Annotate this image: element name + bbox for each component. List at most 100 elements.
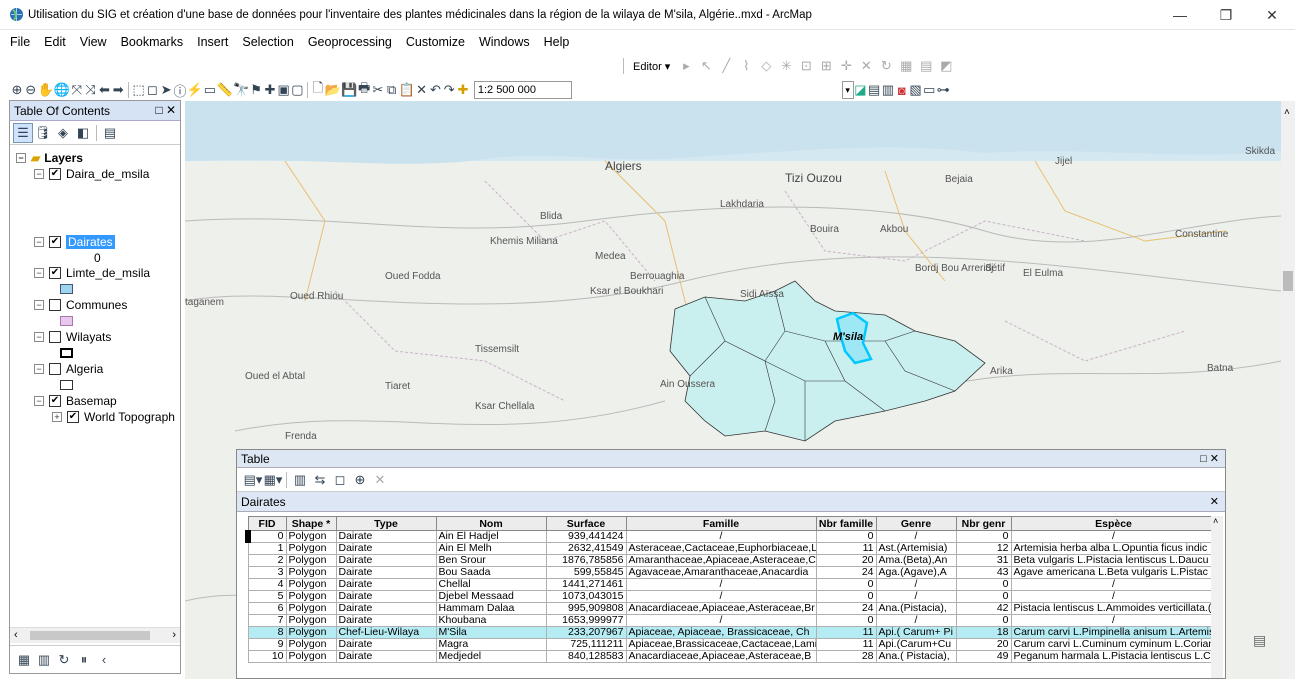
- table-cell[interactable]: Hammam Dalaa: [435, 602, 547, 615]
- sketch-properties-icon[interactable]: ↻: [876, 56, 896, 76]
- table-cell[interactable]: 28: [815, 650, 877, 663]
- add-data-icon[interactable]: ✚: [456, 80, 470, 100]
- table-cell[interactable]: Dairate: [335, 542, 437, 555]
- time-slider-icon[interactable]: ▣: [277, 80, 291, 100]
- editor-toolbar-icon[interactable]: ◪: [854, 80, 868, 100]
- layer-visibility-checkbox[interactable]: [49, 363, 61, 375]
- zoom-in-icon[interactable]: ⊕: [10, 80, 24, 100]
- column-header[interactable]: Espèce: [1010, 516, 1217, 531]
- redo-icon[interactable]: ↷: [442, 80, 456, 100]
- table-cell[interactable]: /: [1010, 578, 1217, 591]
- table-tab-dairates[interactable]: Dairates ✕: [237, 492, 1225, 512]
- save-icon[interactable]: 💾: [341, 80, 357, 100]
- delete-selected-icon[interactable]: ✕: [370, 470, 390, 490]
- table-cell[interactable]: /: [875, 578, 957, 591]
- map-scale-input[interactable]: 1:2 500 000: [473, 81, 572, 99]
- create-viewer-icon[interactable]: ▢: [291, 80, 305, 100]
- table-cell[interactable]: Ama.(Beta),An: [875, 554, 957, 567]
- table-cell[interactable]: 1441,271461: [545, 578, 627, 591]
- table-cell[interactable]: 0: [955, 578, 1012, 591]
- table-cell[interactable]: Polygon: [285, 566, 337, 579]
- table-cell[interactable]: 995,909808: [545, 602, 627, 615]
- table-cell[interactable]: 5: [247, 590, 287, 603]
- table-cell[interactable]: 0: [815, 590, 877, 603]
- table-cell[interactable]: Dairate: [335, 566, 437, 579]
- trace-icon[interactable]: ⌇: [736, 56, 756, 76]
- menu-view[interactable]: View: [80, 35, 107, 49]
- table-row[interactable]: 4 Polygon Dairate Chellal 1441,271461/0/0/: [247, 578, 1217, 591]
- table-cell[interactable]: 4: [247, 578, 287, 591]
- table-cell[interactable]: 2: [247, 554, 287, 567]
- table-cell[interactable]: Dairate: [335, 530, 437, 543]
- table-cell[interactable]: /: [875, 614, 957, 627]
- straight-segment-icon[interactable]: ╱: [716, 56, 736, 76]
- layout-view-icon[interactable]: ▥: [34, 650, 54, 670]
- table-cell[interactable]: Polygon: [285, 590, 337, 603]
- collapse-icon[interactable]: −: [34, 268, 44, 278]
- undo-icon[interactable]: ↶: [429, 80, 443, 100]
- list-by-source-icon[interactable]: 🛢: [33, 123, 53, 143]
- search-window-icon[interactable]: ◙: [895, 80, 909, 100]
- layer-visibility-checkbox[interactable]: ✔: [49, 267, 61, 279]
- column-header[interactable]: Type: [335, 516, 437, 531]
- table-row[interactable]: 0 Polygon Dairate Ain El Hadjel 939,441424/0…: [245, 530, 1217, 543]
- switch-selection-icon[interactable]: ⇆: [310, 470, 330, 490]
- table-cell[interactable]: Artemisia herba alba L.Opuntia ficus ind…: [1010, 542, 1217, 555]
- table-cell[interactable]: Amaranthaceae,Apiaceae,Asteraceae,C: [625, 554, 817, 567]
- table-cell[interactable]: Ana.(Pistacia),: [875, 602, 957, 615]
- list-by-visibility-icon[interactable]: ◈: [53, 123, 73, 143]
- menu-file[interactable]: File: [10, 35, 30, 49]
- related-tables-icon[interactable]: ▦▾: [263, 470, 283, 490]
- catalog-icon[interactable]: ▥: [881, 80, 895, 100]
- table-cell[interactable]: Apiaceae,Brassicaceae,Cactaceae,Lami: [625, 638, 817, 651]
- table-cell[interactable]: 18: [955, 626, 1012, 639]
- table-cell[interactable]: 8: [247, 626, 287, 639]
- layer-communes[interactable]: − Communes: [34, 297, 127, 313]
- table-cell[interactable]: 1876,785856: [545, 554, 627, 567]
- select-elements-icon[interactable]: ➤: [159, 80, 173, 100]
- table-cell[interactable]: 233,207967: [545, 626, 627, 639]
- table-cell[interactable]: 24: [815, 566, 877, 579]
- table-cell[interactable]: Chellal: [435, 578, 547, 591]
- menu-insert[interactable]: Insert: [197, 35, 228, 49]
- collapse-icon[interactable]: −: [34, 332, 44, 342]
- table-cell[interactable]: /: [625, 530, 817, 543]
- measure-icon[interactable]: 📏: [217, 80, 233, 100]
- layer-world-topographic[interactable]: + ✔ World Topograph: [52, 409, 175, 425]
- pan-icon[interactable]: ✋: [38, 80, 54, 100]
- table-cell[interactable]: 1653,999977: [545, 614, 627, 627]
- scroll-left-icon[interactable]: ‹: [14, 629, 18, 641]
- table-cell[interactable]: Chef-Lieu-Wilaya: [335, 626, 437, 639]
- table-cell[interactable]: 1: [247, 542, 287, 555]
- expand-icon[interactable]: +: [52, 412, 62, 422]
- layers-group[interactable]: − ▰ Layers: [16, 150, 83, 166]
- minimize-button[interactable]: —: [1157, 0, 1203, 30]
- table-cell[interactable]: Polygon: [285, 626, 337, 639]
- table-vertical-scrollbar[interactable]: ˄: [1211, 516, 1223, 678]
- table-cell[interactable]: Dairate: [335, 578, 437, 591]
- table-cell[interactable]: Khoubana: [435, 614, 547, 627]
- table-cell[interactable]: 9: [247, 638, 287, 651]
- back-extent-icon[interactable]: ⬅: [98, 80, 112, 100]
- select-features-icon[interactable]: ⬚: [132, 80, 146, 100]
- table-row[interactable]: 6 Polygon Dairate Hammam Dalaa 995,909808 Ana…: [247, 602, 1217, 615]
- layer-limte-de-msila[interactable]: − ✔ Limte_de_msila: [34, 265, 150, 281]
- table-cell[interactable]: 0: [245, 530, 287, 543]
- table-cell[interactable]: Pistacia lentiscus L.Ammoides verticilla…: [1010, 602, 1217, 615]
- table-cell[interactable]: /: [875, 530, 957, 543]
- collapse-icon[interactable]: −: [34, 300, 44, 310]
- table-cell[interactable]: Bou Saada: [435, 566, 547, 579]
- table-cell[interactable]: 0: [815, 578, 877, 591]
- table-cell[interactable]: 11: [815, 626, 877, 639]
- table-cell[interactable]: Dairate: [335, 602, 437, 615]
- data-view-icon[interactable]: ▦: [14, 650, 34, 670]
- open-folder-icon[interactable]: 📂: [325, 80, 341, 100]
- close-button[interactable]: ✕: [1249, 0, 1295, 30]
- table-row[interactable]: 5 Polygon Dairate Djebel Messaad 1073,043015…: [247, 590, 1217, 603]
- new-document-icon[interactable]: 🗋: [311, 80, 325, 100]
- table-cell[interactable]: /: [1010, 614, 1217, 627]
- split-icon[interactable]: ✳: [776, 56, 796, 76]
- table-cell[interactable]: Polygon: [285, 614, 337, 627]
- table-cell[interactable]: 0: [955, 530, 1012, 543]
- cut-icon[interactable]: ✂: [371, 80, 385, 100]
